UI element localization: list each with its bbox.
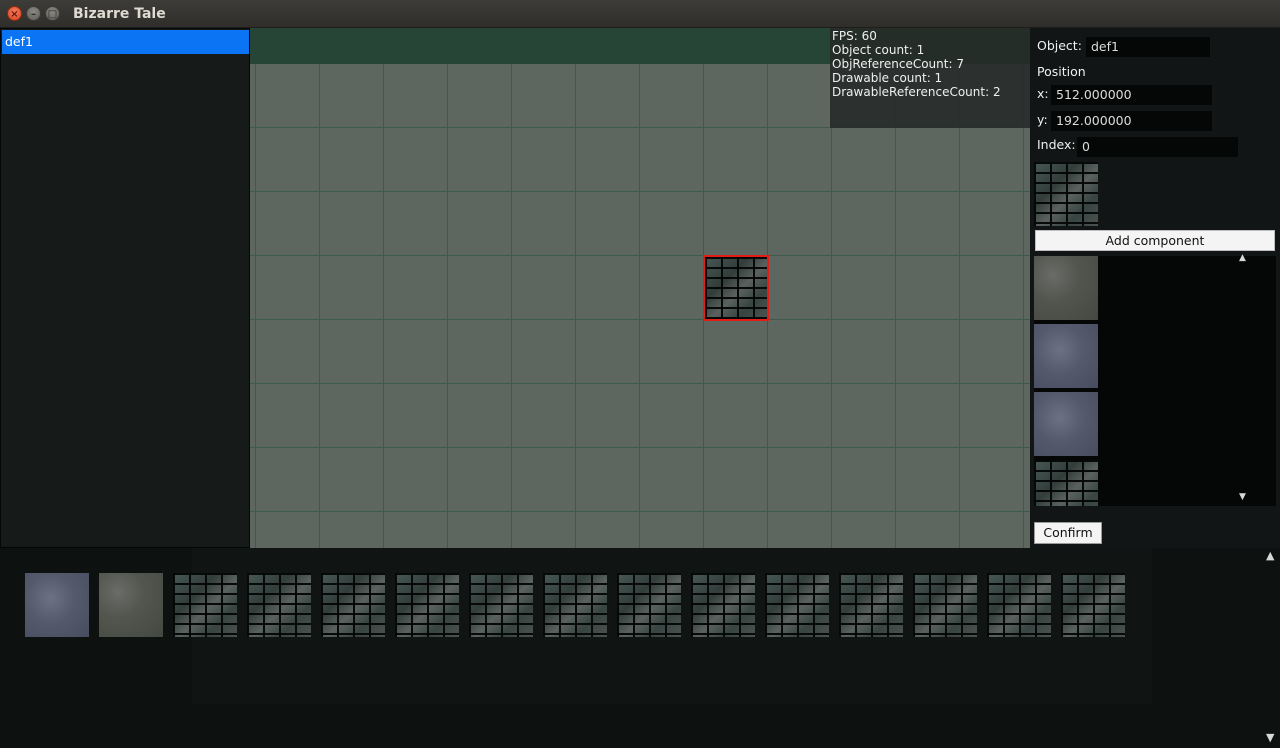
asset-thumbnail[interactable] (173, 573, 237, 637)
asset-thumbnail[interactable] (321, 573, 385, 637)
component-texture-item[interactable] (1034, 256, 1098, 320)
asset-thumbnail[interactable] (617, 573, 681, 637)
object-count-label: Object count: 1 (832, 43, 925, 57)
scroll-up-arrow-icon[interactable]: ▲ (1266, 549, 1274, 562)
position-label: Position (1037, 64, 1086, 79)
object-list-item[interactable]: def1 (2, 30, 249, 54)
asset-thumbnail[interactable] (543, 573, 607, 637)
fps-label: FPS: 60 (832, 29, 877, 43)
app-window: × – □ Bizarre Tale def1 FPS: 60 Object c… (0, 0, 1280, 748)
scroll-down-arrow-icon[interactable]: ▼ (1239, 492, 1246, 502)
stats-overlay: FPS: 60 Object count: 1 ObjReferenceCoun… (830, 28, 1030, 128)
asset-thumbnail[interactable] (839, 573, 903, 637)
x-position-field[interactable]: 512.000000 (1051, 85, 1212, 105)
asset-thumbnail[interactable] (1061, 573, 1125, 637)
selected-object-sprite[interactable] (703, 255, 769, 321)
asset-thumbnail[interactable] (395, 573, 459, 637)
confirm-button[interactable]: Confirm (1034, 522, 1102, 544)
asset-thumbnail[interactable] (25, 573, 89, 637)
object-label: Object: (1037, 38, 1082, 53)
asset-thumbnail[interactable] (469, 573, 533, 637)
asset-thumbnail[interactable] (765, 573, 829, 637)
asset-thumbnail[interactable] (247, 573, 311, 637)
component-texture-item[interactable] (1034, 324, 1098, 388)
drawable-count-label: Drawable count: 1 (832, 71, 943, 85)
drawable-reference-count-label: DrawableReferenceCount: 2 (832, 85, 1001, 99)
index-field[interactable]: 0 (1077, 137, 1238, 157)
scroll-up-arrow-icon[interactable]: ▲ (1239, 253, 1246, 263)
component-texture-item[interactable] (1034, 392, 1098, 456)
asset-thumbnail[interactable] (987, 573, 1051, 637)
asset-thumbnail[interactable] (99, 573, 163, 637)
minimize-icon[interactable]: – (26, 6, 41, 21)
scene-viewport[interactable]: FPS: 60 Object count: 1 ObjReferenceCoun… (250, 28, 1030, 548)
drawable-preview-thumbnail (1034, 162, 1098, 226)
component-list-scrollbar[interactable]: ▲ ▼ (1238, 253, 1248, 506)
add-component-button[interactable]: Add component (1035, 230, 1275, 251)
maximize-icon[interactable]: □ (45, 6, 60, 21)
window-title: Bizarre Tale (73, 6, 166, 22)
asset-thumbnail[interactable] (913, 573, 977, 637)
obj-reference-count-label: ObjReferenceCount: 7 (832, 57, 964, 71)
asset-browser: ▲ ▼ (0, 548, 1280, 748)
scroll-down-arrow-icon[interactable]: ▼ (1266, 731, 1274, 744)
asset-thumbnail[interactable] (691, 573, 755, 637)
component-texture-item[interactable] (1034, 460, 1098, 506)
y-position-field[interactable]: 192.000000 (1051, 111, 1212, 131)
index-label: Index: (1037, 137, 1076, 152)
title-bar: × – □ Bizarre Tale (0, 0, 1280, 28)
object-list: def1 (0, 28, 250, 548)
y-label: y: (1037, 112, 1048, 127)
x-label: x: (1037, 86, 1049, 101)
close-icon[interactable]: × (7, 6, 22, 21)
object-name-field[interactable]: def1 (1086, 37, 1210, 57)
